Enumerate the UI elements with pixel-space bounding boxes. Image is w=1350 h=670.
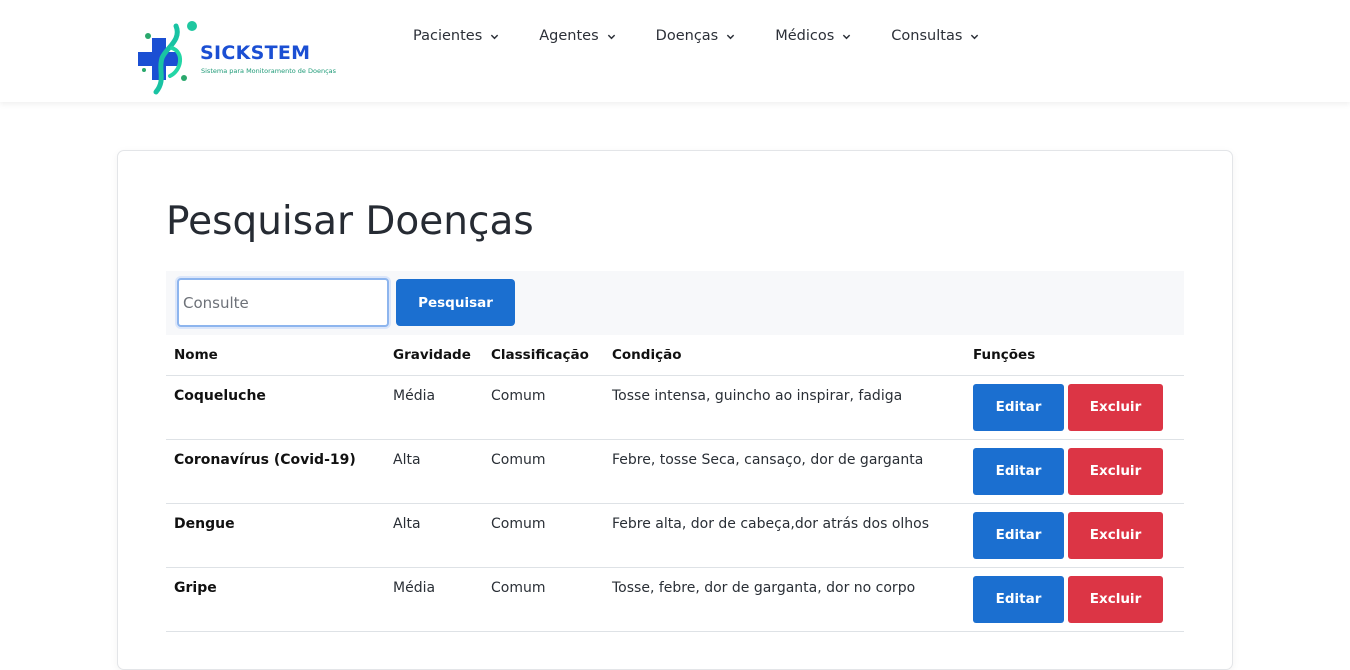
- nav-label: Agentes: [539, 28, 599, 44]
- disease-condition: Febre, tosse Seca, cansaço, dor de garga…: [604, 439, 965, 504]
- column-header-classification: Classificação: [483, 335, 604, 376]
- disease-severity: Alta: [385, 439, 483, 504]
- disease-classification: Comum: [483, 503, 604, 568]
- main-nav: Pacientes Agentes Doenças Médicos Consul…: [413, 25, 1019, 47]
- delete-button[interactable]: Excluir: [1068, 447, 1163, 495]
- nav-label: Doenças: [655, 28, 719, 44]
- search-input[interactable]: [177, 278, 389, 327]
- nav-label: Pacientes: [413, 28, 483, 44]
- brand-subtitle: Sistema para Monitoramento de Doenças: [201, 67, 337, 75]
- column-header-condition: Condição: [604, 335, 965, 376]
- column-header-severity: Gravidade: [385, 335, 483, 376]
- disease-condition: Febre alta, dor de cabeça,dor atrás dos …: [604, 503, 965, 568]
- disease-condition: Tosse intensa, guincho ao inspirar, fadi…: [604, 375, 965, 440]
- edit-button[interactable]: Editar: [973, 575, 1064, 623]
- row-actions: Editar Excluir: [965, 503, 1184, 568]
- chevron-down-icon: [971, 34, 979, 39]
- brand-title: SICKSTEM: [200, 42, 311, 64]
- table-row: Gripe Média Comum Tosse, febre, dor de g…: [166, 567, 1184, 632]
- nav-item-consultas[interactable]: Consultas: [891, 28, 979, 44]
- disease-classification: Comum: [483, 375, 604, 440]
- search-button[interactable]: Pesquisar: [396, 279, 515, 326]
- disease-name: Coronavírus (Covid-19): [166, 439, 385, 504]
- page-title: Pesquisar Doenças: [166, 199, 534, 244]
- disease-severity: Média: [385, 567, 483, 632]
- disease-classification: Comum: [483, 567, 604, 632]
- delete-button[interactable]: Excluir: [1068, 575, 1163, 623]
- table-row: Coronavírus (Covid-19) Alta Comum Febre,…: [166, 439, 1184, 504]
- delete-button[interactable]: Excluir: [1068, 511, 1163, 559]
- chevron-down-icon: [727, 34, 735, 39]
- medical-cross-logo-icon: [138, 21, 197, 95]
- disease-name: Gripe: [166, 567, 385, 632]
- disease-name: Dengue: [166, 503, 385, 568]
- row-actions: Editar Excluir: [965, 439, 1184, 504]
- delete-button[interactable]: Excluir: [1068, 383, 1163, 431]
- nav-item-doencas[interactable]: Doenças: [656, 28, 736, 44]
- sickstem-logo[interactable]: SICKSTEM Sistema para Monitoramento de D…: [136, 18, 346, 98]
- nav-label: Médicos: [775, 28, 835, 44]
- diseases-table: Nome Gravidade Classificação Condição Fu…: [166, 335, 1184, 632]
- chevron-down-icon: [491, 34, 499, 39]
- search-bar: Pesquisar: [166, 271, 1184, 335]
- disease-severity: Média: [385, 375, 483, 440]
- search-card: Pesquisar Doenças Pesquisar Nome Gravida…: [117, 150, 1233, 670]
- table-row: Dengue Alta Comum Febre alta, dor de cab…: [166, 503, 1184, 568]
- nav-item-agentes[interactable]: Agentes: [539, 28, 615, 44]
- disease-severity: Alta: [385, 503, 483, 568]
- chevron-down-icon: [607, 34, 615, 39]
- disease-classification: Comum: [483, 439, 604, 504]
- nav-item-medicos[interactable]: Médicos: [775, 28, 851, 44]
- top-header: SICKSTEM Sistema para Monitoramento de D…: [0, 0, 1350, 102]
- nav-label: Consultas: [891, 28, 963, 44]
- column-header-functions: Funções: [965, 335, 1184, 376]
- edit-button[interactable]: Editar: [973, 383, 1064, 431]
- chevron-down-icon: [843, 34, 851, 39]
- disease-condition: Tosse, febre, dor de garganta, dor no co…: [604, 567, 965, 632]
- edit-button[interactable]: Editar: [973, 447, 1064, 495]
- nav-item-pacientes[interactable]: Pacientes: [413, 28, 499, 44]
- row-actions: Editar Excluir: [965, 375, 1184, 440]
- column-header-name: Nome: [166, 335, 385, 376]
- table-header-row: Nome Gravidade Classificação Condição Fu…: [166, 335, 1184, 376]
- disease-name: Coqueluche: [166, 375, 385, 440]
- edit-button[interactable]: Editar: [973, 511, 1064, 559]
- table-row: Coqueluche Média Comum Tosse intensa, gu…: [166, 375, 1184, 440]
- row-actions: Editar Excluir: [965, 567, 1184, 632]
